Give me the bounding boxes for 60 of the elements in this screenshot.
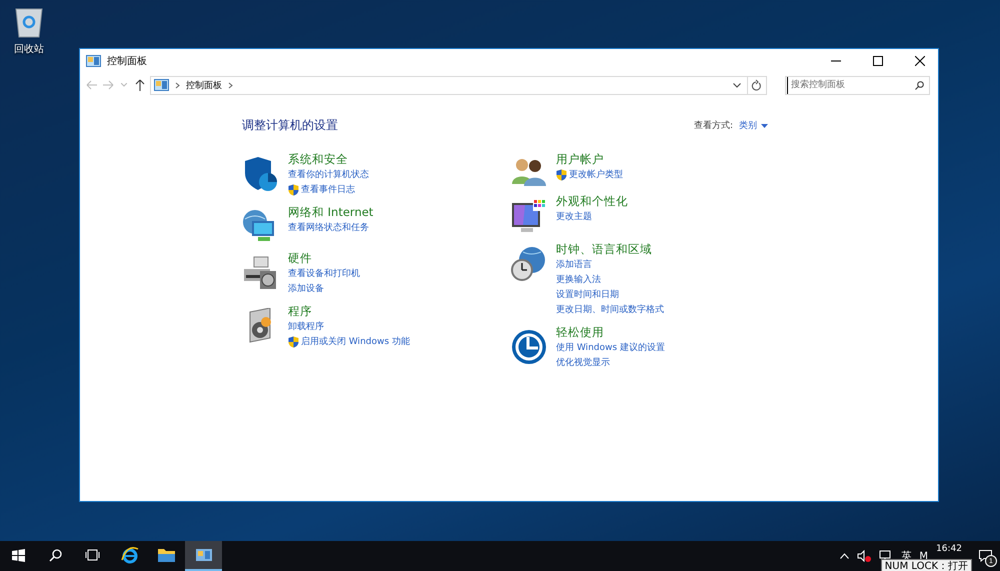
task-link[interactable]: 添加设备	[288, 282, 324, 296]
task-link[interactable]: 更改主题	[556, 210, 592, 224]
search-icon[interactable]	[915, 80, 924, 90]
notification-icon	[978, 550, 992, 562]
browser-e-icon	[120, 546, 138, 564]
control-panel-icon	[154, 79, 169, 91]
chevron-icon	[175, 82, 180, 88]
task-link[interactable]: 启用或关闭 Windows 功能	[301, 335, 410, 349]
task-link[interactable]: 更改日期、时间或数字格式	[556, 303, 664, 317]
category-link[interactable]: 外观和个性化	[556, 194, 628, 209]
control-panel-icon	[86, 55, 101, 67]
task-link[interactable]: 查看你的计算机状态	[288, 168, 369, 182]
windows-logo-icon	[12, 548, 25, 562]
category-link[interactable]: 时钟、语言和区域	[556, 242, 664, 257]
category-link[interactable]: 系统和安全	[288, 152, 369, 167]
category-link[interactable]: 轻松使用	[556, 325, 665, 340]
view-by-dropdown[interactable]: 类别	[739, 119, 768, 132]
category-link[interactable]: 硬件	[288, 251, 360, 266]
category-link[interactable]: 程序	[288, 304, 410, 319]
task-link[interactable]: 卸载程序	[288, 320, 324, 334]
chevron-icon[interactable]	[228, 82, 233, 88]
search-field[interactable]: 搜索控制面板	[785, 76, 930, 94]
folder-icon	[158, 548, 175, 562]
caret-icon	[121, 83, 127, 87]
task-link[interactable]: 更换输入法	[556, 273, 601, 287]
maximize-icon	[873, 56, 883, 66]
task-link[interactable]: 查看事件日志	[301, 183, 355, 197]
task-link[interactable]: 添加语言	[556, 258, 592, 272]
speaker-muted-icon[interactable]	[857, 550, 872, 562]
search-icon	[49, 548, 62, 562]
task-link[interactable]: 查看网络状态和任务	[288, 221, 369, 235]
category-link[interactable]: 用户帐户	[556, 152, 623, 167]
clock[interactable]: 16:42	[936, 544, 962, 554]
taskbar-button[interactable]	[185, 541, 222, 571]
recycle-bin-icon[interactable]	[14, 6, 44, 38]
category-link[interactable]: 网络和 Internet	[288, 205, 374, 220]
monitor-palette-icon	[511, 198, 547, 234]
task-link[interactable]: 使用 Windows 建议的设置	[556, 341, 665, 355]
task-link[interactable]: 更改帐户类型	[569, 168, 623, 182]
address-bar[interactable]: 控制面板	[150, 76, 767, 94]
control-panel-icon	[196, 549, 212, 561]
page-heading: 调整计算机的设置	[242, 117, 338, 134]
window-title: 控制面板	[107, 54, 148, 68]
dropdown-caret-icon[interactable]	[733, 82, 741, 88]
task-link[interactable]: 设置时间和日期	[556, 288, 619, 302]
accessibility-clock-icon	[511, 329, 547, 365]
close-icon	[915, 56, 925, 66]
caret-icon	[761, 124, 768, 128]
globe-clock-icon	[511, 246, 547, 282]
breadcrumb[interactable]: 控制面板	[186, 78, 222, 92]
desktop-icon-label: 回收站	[14, 42, 44, 56]
task-link[interactable]: 查看设备和打印机	[288, 267, 360, 281]
users-icon	[511, 156, 547, 186]
ime-indicator[interactable]: M	[919, 550, 928, 562]
shield-icon	[244, 156, 278, 192]
task-view-icon	[85, 549, 100, 561]
view-by-label: 查看方式:	[694, 120, 733, 132]
chevron-up-icon[interactable]	[840, 553, 850, 559]
task-link[interactable]: 优化视觉显示	[556, 356, 610, 370]
tooltip: NUM LOCK：打开	[880, 559, 972, 571]
